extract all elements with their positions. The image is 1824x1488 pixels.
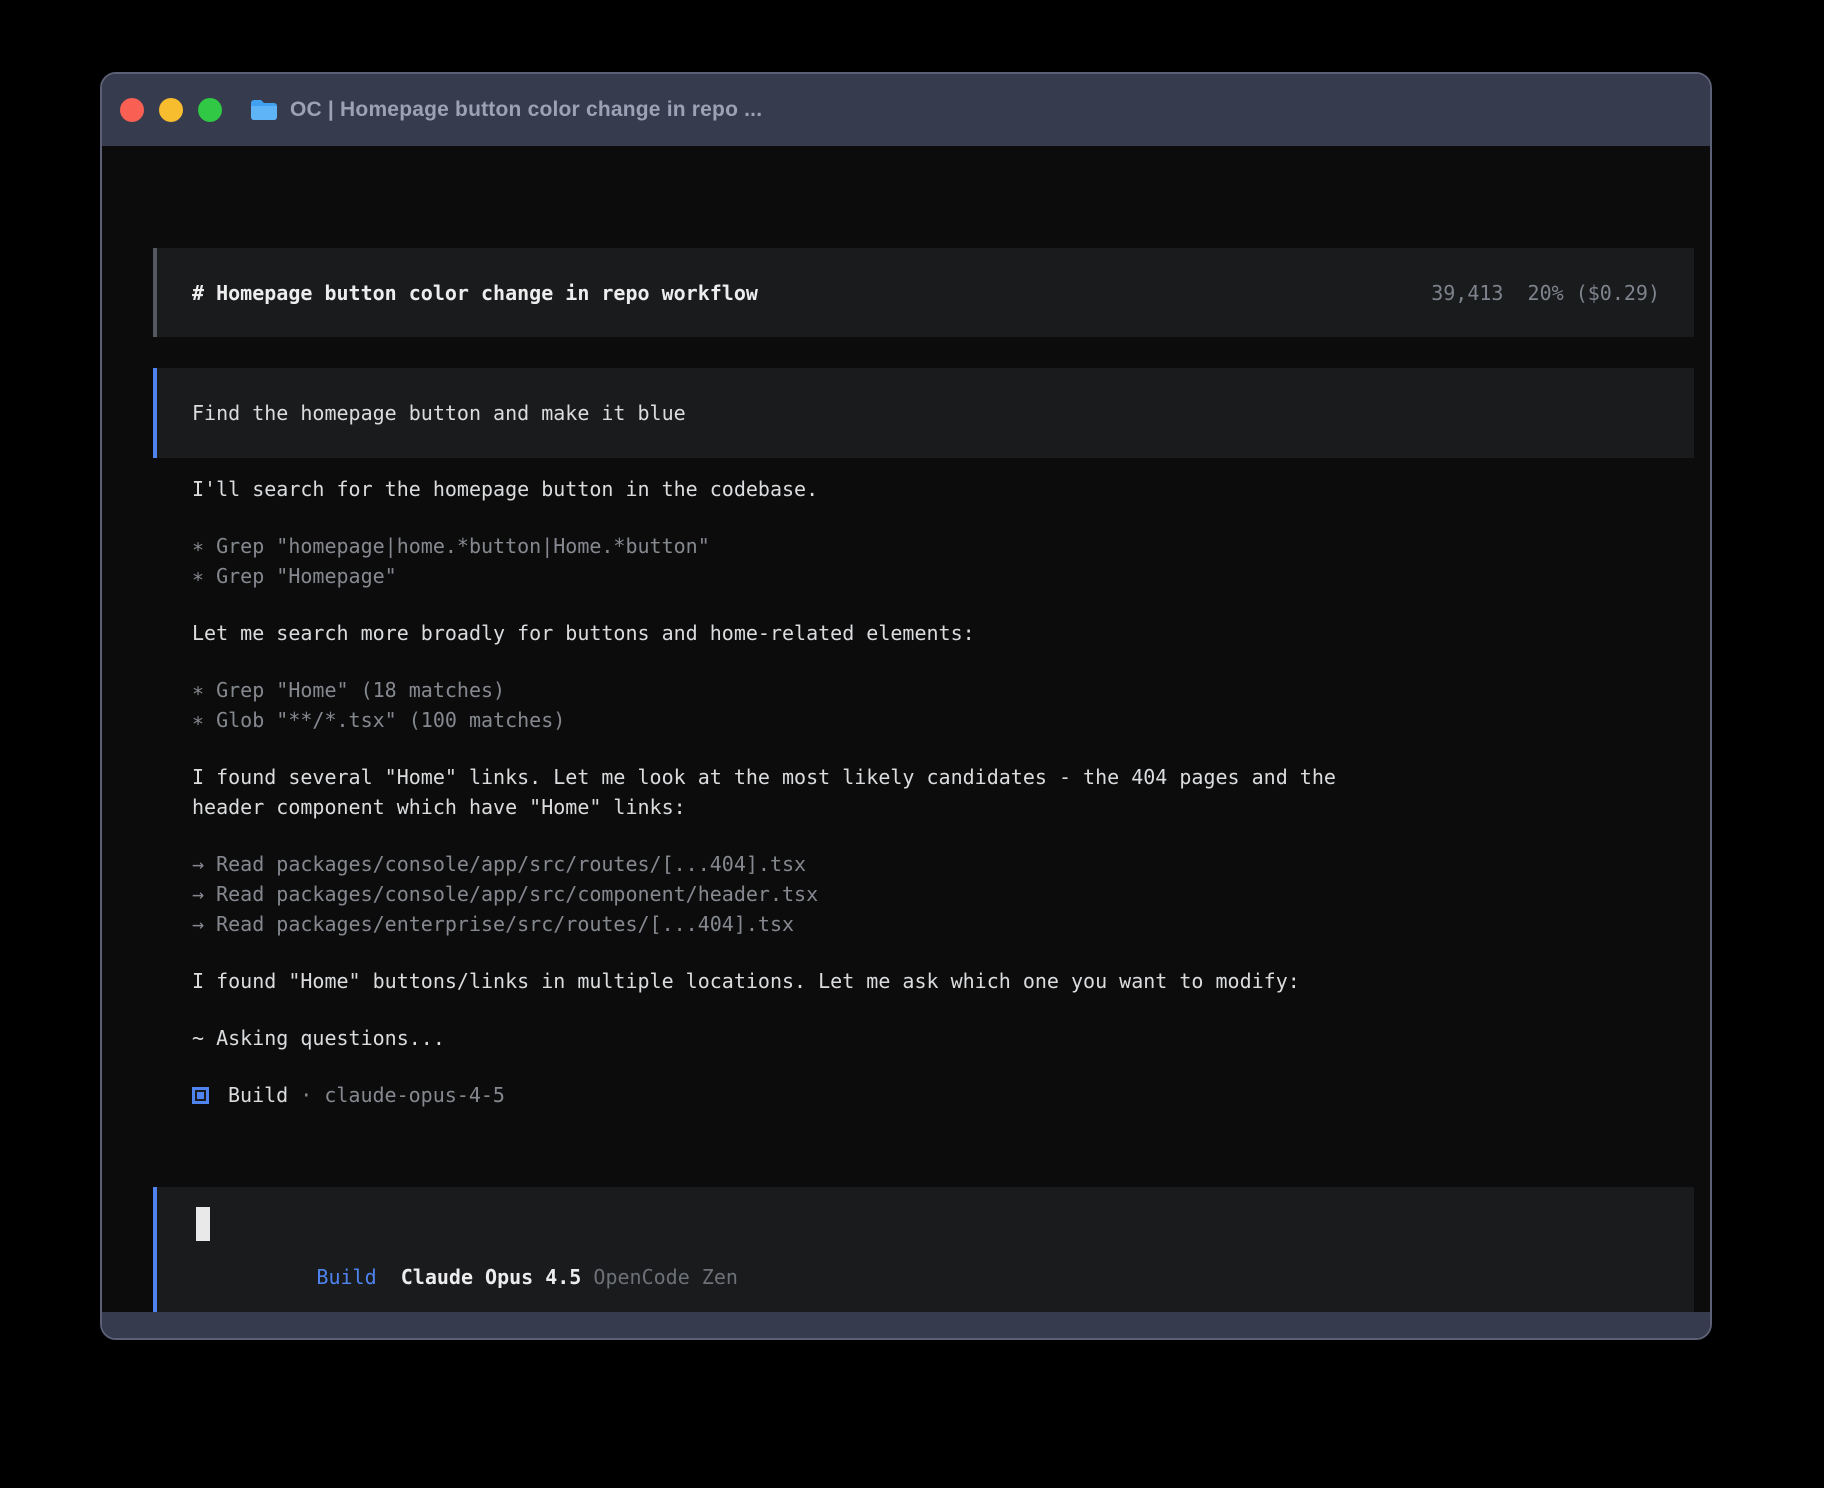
- model-name: claude-opus-4-5: [324, 1080, 505, 1110]
- agent-square-icon: [192, 1087, 209, 1104]
- tool-call-read: → Read packages/console/app/src/componen…: [192, 879, 1694, 909]
- tool-call-read: → Read packages/enterprise/src/routes/[.…: [192, 909, 1694, 939]
- window-titlebar[interactable]: OC | Homepage button color change in rep…: [102, 74, 1710, 146]
- tool-call-grep: ∗ Grep "Homepage": [192, 561, 1694, 591]
- spacer: [581, 1265, 593, 1289]
- session-title: # Homepage button color change in repo w…: [192, 281, 758, 305]
- composer-provider-label: OpenCode Zen: [593, 1265, 738, 1289]
- tool-call-grep: ∗ Grep "Home" (18 matches): [192, 675, 1694, 705]
- zoom-button[interactable]: [198, 98, 222, 122]
- terminal-content: # Homepage button color change in repo w…: [102, 146, 1710, 1316]
- agent-status-row: Build · claude-opus-4-5: [192, 1080, 1694, 1110]
- assistant-text-line: I found several "Home" links. Let me loo…: [192, 762, 1694, 792]
- session-token-stats: 39,413 20% ($0.29): [1431, 281, 1660, 305]
- minimize-button[interactable]: [159, 98, 183, 122]
- desktop: OC | Homepage button color change in rep…: [0, 0, 1824, 1488]
- assistant-text-line: header component which have "Home" links…: [192, 792, 1694, 822]
- close-button[interactable]: [120, 98, 144, 122]
- window-bottom-frame: [102, 1312, 1710, 1338]
- agent-name: Build: [228, 1080, 288, 1110]
- user-message-text: Find the homepage button and make it blu…: [192, 401, 686, 425]
- traffic-lights: [120, 98, 222, 122]
- tool-call-grep: ∗ Grep "homepage|home.*button|Home.*butt…: [192, 531, 1694, 561]
- spacer: [377, 1265, 401, 1289]
- user-message: Find the homepage button and make it blu…: [153, 368, 1694, 458]
- assistant-text-line: I'll search for the homepage button in t…: [192, 474, 1694, 504]
- separator-dot: ·: [288, 1080, 324, 1110]
- window-title: OC | Homepage button color change in rep…: [290, 98, 762, 122]
- session-header: # Homepage button color change in repo w…: [153, 248, 1694, 337]
- folder-icon: [250, 99, 278, 121]
- tool-call-read: → Read packages/console/app/src/routes/[…: [192, 849, 1694, 879]
- tool-call-glob: ∗ Glob "**/*.tsx" (100 matches): [192, 705, 1694, 735]
- composer-meta: Build Claude Opus 4.5 OpenCode Zen: [196, 1241, 738, 1313]
- assistant-transcript: I'll search for the homepage button in t…: [192, 474, 1694, 1110]
- composer-agent-label[interactable]: Build: [316, 1265, 376, 1289]
- text-cursor: [196, 1207, 210, 1241]
- assistant-text-line: Let me search more broadly for buttons a…: [192, 618, 1694, 648]
- terminal-window: OC | Homepage button color change in rep…: [100, 72, 1712, 1340]
- assistant-text-line: I found "Home" buttons/links in multiple…: [192, 966, 1694, 996]
- asking-questions-status: ~ Asking questions...: [192, 1023, 1694, 1053]
- composer-model-label[interactable]: Claude Opus 4.5: [401, 1265, 582, 1289]
